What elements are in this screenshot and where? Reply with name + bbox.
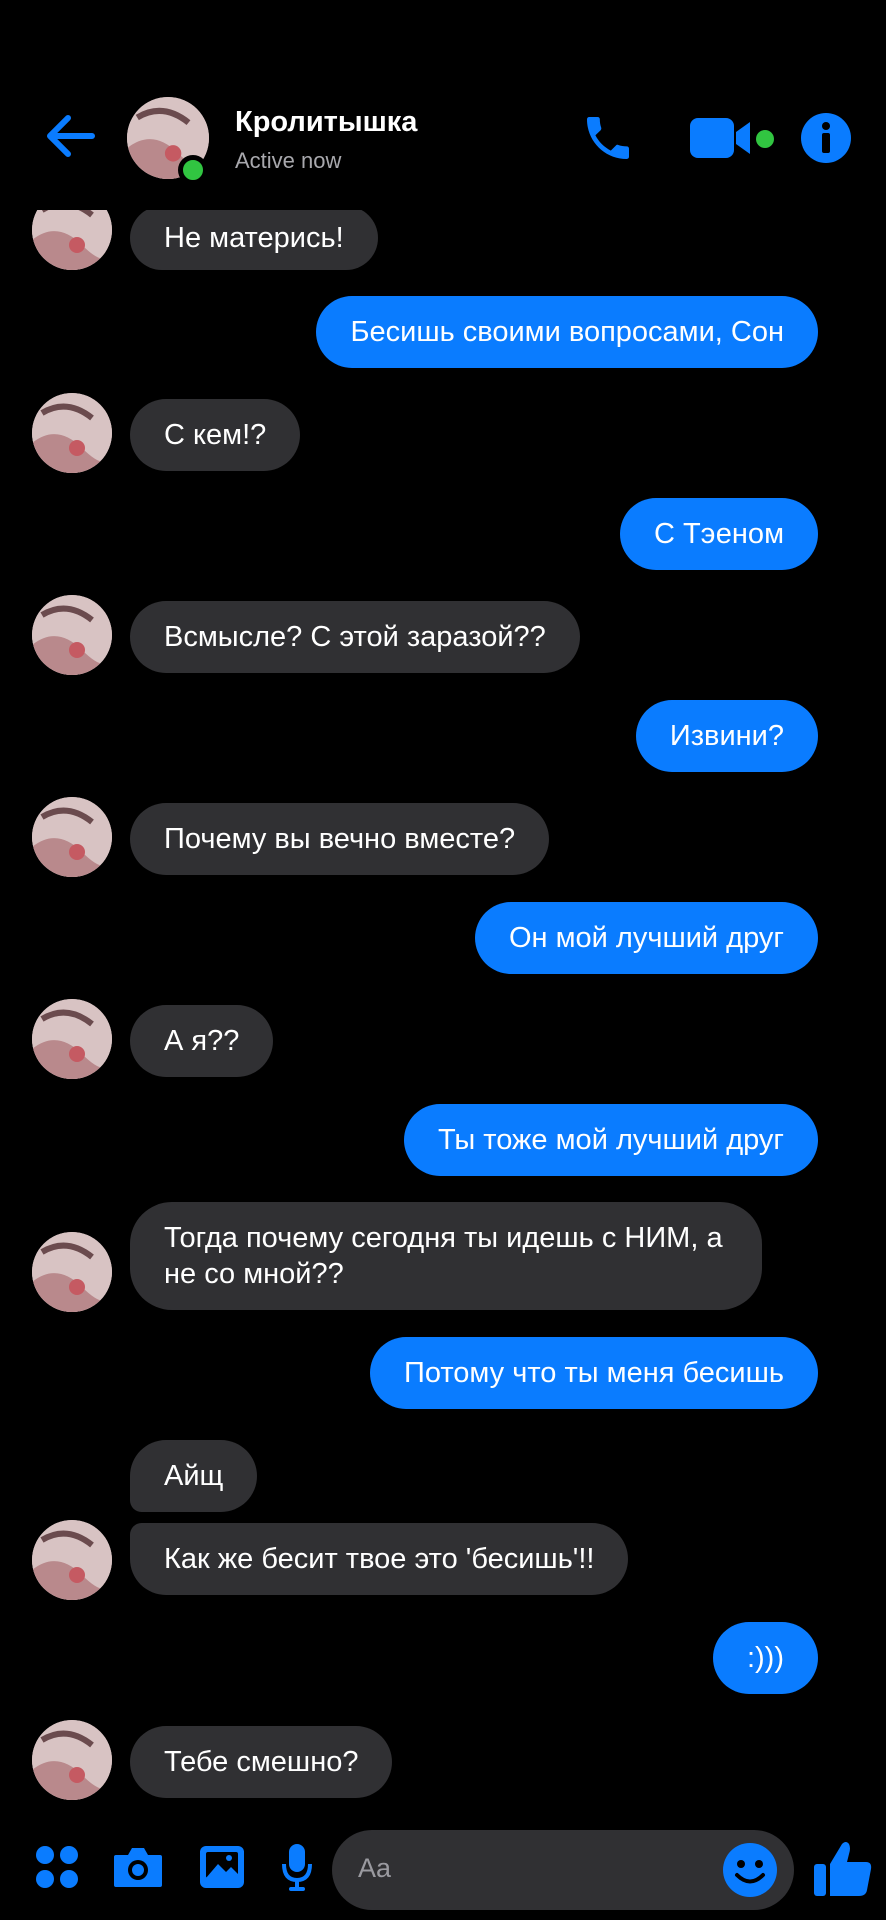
outgoing-message[interactable]: Извини? xyxy=(635,700,818,772)
contact-name[interactable]: Кролитышка xyxy=(235,106,417,139)
incoming-message[interactable]: Тогда почему сегодня ты идешь с НИМ, а н… xyxy=(130,1202,762,1310)
video-active-dot xyxy=(756,130,774,148)
apps-grid-icon[interactable] xyxy=(34,1844,80,1890)
outgoing-message[interactable]: Ты тоже мой лучший друг xyxy=(403,1104,818,1176)
message-input-placeholder: Aa xyxy=(358,1853,392,1883)
phone-icon[interactable] xyxy=(580,110,636,166)
contact-avatar[interactable] xyxy=(32,797,112,877)
gallery-icon[interactable] xyxy=(198,1844,246,1890)
emoji-icon[interactable] xyxy=(722,1842,778,1898)
back-arrow-icon[interactable] xyxy=(42,108,98,164)
active-status: Active now xyxy=(235,148,342,173)
incoming-message[interactable]: Всмысле? С этой заразой?? xyxy=(130,601,580,673)
camera-icon[interactable] xyxy=(112,1845,164,1889)
video-camera-icon[interactable] xyxy=(688,116,758,160)
outgoing-message[interactable]: Бесишь своими вопросами, Сон xyxy=(316,296,818,368)
online-indicator xyxy=(178,155,208,185)
incoming-message[interactable]: Почему вы вечно вместе? xyxy=(130,803,550,875)
incoming-message[interactable]: Не матерись! xyxy=(130,206,378,270)
outgoing-message[interactable]: Потому что ты меня бесишь xyxy=(369,1337,818,1409)
outgoing-message[interactable]: Он мой лучший друг xyxy=(474,902,818,974)
incoming-message[interactable]: Тебе смешно? xyxy=(130,1726,393,1798)
incoming-message[interactable]: С кем!? xyxy=(130,399,301,471)
thumbs-up-icon[interactable] xyxy=(812,1838,874,1900)
incoming-message[interactable]: Айщ xyxy=(130,1440,258,1512)
contact-avatar[interactable] xyxy=(32,999,112,1079)
microphone-icon[interactable] xyxy=(280,1842,314,1892)
contact-avatar[interactable] xyxy=(32,393,112,473)
incoming-message[interactable]: А я?? xyxy=(130,1005,274,1077)
incoming-message[interactable]: Как же бесит твое это 'бесишь'!! xyxy=(130,1523,629,1595)
contact-avatar[interactable] xyxy=(32,595,112,675)
contact-avatar[interactable] xyxy=(32,1520,112,1600)
info-icon[interactable] xyxy=(800,112,852,164)
outgoing-message[interactable]: С Тэеном xyxy=(619,498,818,570)
chat-header: Кролитышка Active now xyxy=(0,0,886,210)
contact-avatar[interactable] xyxy=(32,1720,112,1800)
outgoing-message[interactable]: :))) xyxy=(712,1622,818,1694)
message-list[interactable]: Не матерись! Бесишь своими вопросами, Со… xyxy=(0,0,886,1830)
contact-avatar[interactable] xyxy=(32,1232,112,1312)
